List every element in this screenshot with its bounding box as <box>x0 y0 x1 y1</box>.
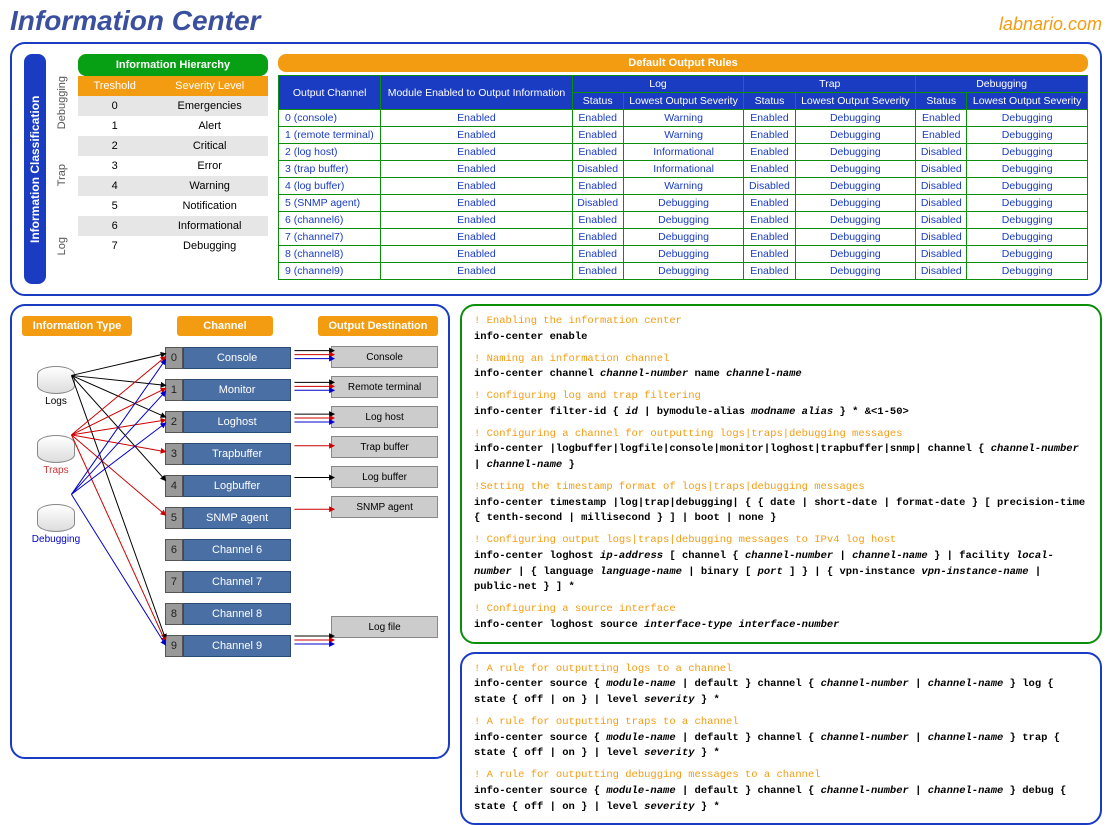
dest-box: Remote terminal <box>331 376 438 398</box>
severity-cell: Error <box>151 156 268 176</box>
cmd-line: info-center timestamp |log|trap|debuggin… <box>474 496 1088 528</box>
cmd-line: info-center loghost source interface-typ… <box>474 618 1088 634</box>
cmd-comment: ! Enabling the information center <box>474 314 1088 330</box>
col-head-dest: Output Destination <box>318 316 438 336</box>
channel-num: 9 <box>165 635 183 657</box>
channel-cell: 1 (remote terminal) <box>279 127 381 144</box>
classification-tab: Information Classification <box>24 54 46 284</box>
cmd-box-rules: ! A rule for outputting logs to a channe… <box>460 652 1102 825</box>
channel-cell: 9 (channel9) <box>279 263 381 280</box>
type-label: Debugging <box>22 534 90 545</box>
channel-name: Channel 9 <box>183 635 291 657</box>
dest-box: Log host <box>331 406 438 428</box>
page-title: Information Center <box>10 5 260 37</box>
cmd-line: info-center |logbuffer|logfile|console|m… <box>474 442 1088 474</box>
channel-num: 3 <box>165 443 183 465</box>
severity-cell: Alert <box>151 116 268 136</box>
dest-box: Log file <box>331 616 438 638</box>
range-trap: Trap <box>56 156 68 194</box>
channel-num: 2 <box>165 411 183 433</box>
channel-name: Monitor <box>183 379 291 401</box>
cmd-line: info-center source { module-name | defau… <box>474 731 1088 763</box>
col-head-type: Information Type <box>22 316 132 336</box>
severity-cell: Debugging <box>151 236 268 256</box>
channel-num: 1 <box>165 379 183 401</box>
db-icon <box>37 435 75 463</box>
threshold-cell: 2 <box>78 136 151 156</box>
cmd-line: info-center channel channel-number name … <box>474 367 1088 383</box>
cmd-comment: ! Configuring a channel for outputting l… <box>474 427 1088 443</box>
cmd-comment: ! A rule for outputting debugging messag… <box>474 768 1088 784</box>
threshold-cell: 6 <box>78 216 151 236</box>
threshold-cell: 1 <box>78 116 151 136</box>
cmd-comment: ! A rule for outputting traps to a chann… <box>474 715 1088 731</box>
channel-name: Trapbuffer <box>183 443 291 465</box>
hierarchy-table: Information Hierarchy TresholdSeverity L… <box>78 54 268 256</box>
severity-cell: Emergencies <box>151 96 268 116</box>
cmd-comment: ! Configuring output logs|traps|debuggin… <box>474 533 1088 549</box>
hierarchy-title: Information Hierarchy <box>78 54 268 76</box>
channel-cell: 3 (trap buffer) <box>279 161 381 178</box>
dest-box: SNMP agent <box>331 496 438 518</box>
cmd-comment: ! A rule for outputting logs to a channe… <box>474 662 1088 678</box>
channel-name: Channel 6 <box>183 539 291 561</box>
severity-cell: Notification <box>151 196 268 216</box>
channel-num: 5 <box>165 507 183 529</box>
cmd-line: info-center enable <box>474 330 1088 346</box>
channel-num: 4 <box>165 475 183 497</box>
channel-cell: 6 (channel6) <box>279 212 381 229</box>
db-icon <box>37 366 75 394</box>
dest-box: Trap buffer <box>331 436 438 458</box>
range-debugging: Debugging <box>56 76 68 129</box>
top-panel: Information Classification Debugging Tra… <box>10 42 1102 296</box>
threshold-cell: 7 <box>78 236 151 256</box>
dest-box: Log buffer <box>331 466 438 488</box>
channel-num: 6 <box>165 539 183 561</box>
channel-name: Console <box>183 347 291 369</box>
threshold-cell: 5 <box>78 196 151 216</box>
channel-name: Channel 8 <box>183 603 291 625</box>
channel-cell: 0 (console) <box>279 110 381 127</box>
cmd-comment: !Setting the timestamp format of logs|tr… <box>474 480 1088 496</box>
channel-cell: 5 (SNMP agent) <box>279 195 381 212</box>
severity-ranges: Debugging Trap Log <box>56 54 68 284</box>
cmd-comment: ! Naming an information channel <box>474 352 1088 368</box>
cmd-comment: ! Configuring log and trap filtering <box>474 389 1088 405</box>
channel-name: SNMP agent <box>183 507 291 529</box>
col-head-channel: Channel <box>177 316 273 336</box>
threshold-cell: 3 <box>78 156 151 176</box>
cmd-line: info-center loghost ip-address [ channel… <box>474 549 1088 596</box>
severity-cell: Critical <box>151 136 268 156</box>
cmd-line: info-center source { module-name | defau… <box>474 784 1088 816</box>
channel-cell: 2 (log host) <box>279 144 381 161</box>
channel-name: Logbuffer <box>183 475 291 497</box>
diagram-panel: Information Type Channel Output Destinat… <box>10 304 450 759</box>
channel-num: 8 <box>165 603 183 625</box>
cmd-comment: ! Configuring a source interface <box>474 602 1088 618</box>
rules-title: Default Output Rules <box>278 54 1088 72</box>
channel-name: Channel 7 <box>183 571 291 593</box>
range-log: Log <box>56 222 68 270</box>
channel-cell: 8 (channel8) <box>279 246 381 263</box>
channel-cell: 7 (channel7) <box>279 229 381 246</box>
threshold-cell: 4 <box>78 176 151 196</box>
type-label: Traps <box>22 465 90 476</box>
type-label: Logs <box>22 396 90 407</box>
channel-name: Loghost <box>183 411 291 433</box>
cmd-line: info-center source { module-name | defau… <box>474 677 1088 709</box>
cmd-line: info-center filter-id { id | bymodule-al… <box>474 405 1088 421</box>
brand-label: labnario.com <box>999 14 1102 35</box>
threshold-cell: 0 <box>78 96 151 116</box>
channel-cell: 4 (log buffer) <box>279 178 381 195</box>
db-icon <box>37 504 75 532</box>
severity-cell: Informational <box>151 216 268 236</box>
severity-cell: Warning <box>151 176 268 196</box>
channel-num: 7 <box>165 571 183 593</box>
cmd-box-general: ! Enabling the information centerinfo-ce… <box>460 304 1102 644</box>
rules-table: Output Channel Module Enabled to Output … <box>278 75 1088 280</box>
channel-num: 0 <box>165 347 183 369</box>
dest-box: Console <box>331 346 438 368</box>
